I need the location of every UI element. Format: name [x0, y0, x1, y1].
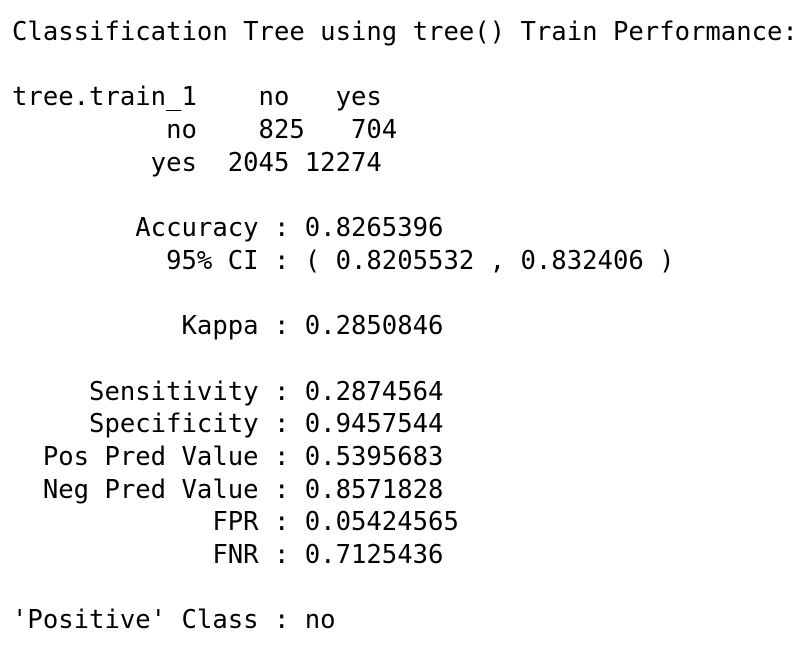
- stat-95-ci: 95% CI : ( 0.8205532 , 0.832406 ): [12, 245, 675, 276]
- console-output: Classification Tree using tree() Train P…: [12, 16, 798, 637]
- stat-neg-pred-value: Neg Pred Value : 0.8571828: [12, 474, 444, 505]
- stat-pos-pred-value: Pos Pred Value : 0.5395683: [12, 441, 444, 472]
- positive-class: 'Positive' Class : no: [12, 605, 336, 636]
- stat-specificity: Specificity : 0.9457544: [12, 409, 444, 440]
- confusion-matrix-row-no: no 825 704: [12, 115, 398, 146]
- stat-fnr: FNR : 0.7125436: [12, 540, 444, 570]
- confusion-matrix-row-yes: yes 2045 12274: [12, 147, 382, 178]
- stat-kappa: Kappa : 0.2850846: [12, 311, 444, 342]
- stat-accuracy: Accuracy : 0.8265396: [12, 213, 444, 244]
- stat-fpr: FPR : 0.05424565: [12, 507, 459, 538]
- output-title: Classification Tree using tree() Train P…: [12, 17, 798, 47]
- confusion-matrix-header: tree.train_1 no yes: [12, 82, 382, 113]
- stat-sensitivity: Sensitivity : 0.2874564: [12, 376, 444, 407]
